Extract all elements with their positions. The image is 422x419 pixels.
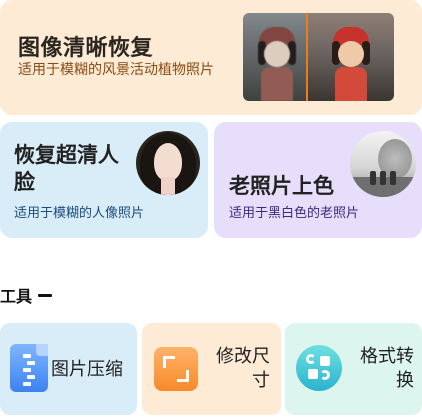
restore-clarity-subtitle: 适用于模糊的风景活动植物照片	[18, 62, 214, 78]
compare-divider[interactable]	[306, 13, 308, 101]
colorize-photo-title: 老照片上色	[229, 174, 334, 198]
restore-face-subtitle: 适用于模糊的人像照片	[14, 206, 145, 221]
restore-face-card[interactable]: 恢复超清人脸 适用于模糊的人像照片	[0, 122, 208, 238]
colorize-photo-subtitle: 适用于黑白色的老照片	[229, 206, 360, 221]
child-figure-sharp	[331, 27, 371, 101]
tools-section-title: 工具	[0, 287, 33, 306]
portrait-thumbnail	[136, 131, 200, 195]
before-after-photo	[243, 13, 394, 101]
format-convert-label: 格式转换	[360, 346, 414, 391]
compress-image-label: 图片压缩	[51, 359, 123, 380]
tools-section-header: 工具	[0, 285, 53, 306]
old-photo-thumbnail	[350, 131, 416, 197]
zip-file-icon	[10, 344, 48, 392]
format-convert-icon	[296, 345, 342, 391]
restore-face-title: 恢复超清人脸	[14, 143, 119, 194]
resize-icon	[154, 347, 198, 391]
restore-clarity-card[interactable]: 图像清晰恢复 适用于模糊的风景活动植物照片	[0, 0, 422, 115]
section-dash-icon	[38, 293, 53, 297]
child-figure-blurred	[257, 27, 297, 101]
restore-clarity-title: 图像清晰恢复	[18, 36, 154, 61]
colorize-photo-card[interactable]: 老照片上色 适用于黑白色的老照片	[214, 122, 422, 238]
resize-image-label: 修改尺寸	[216, 346, 270, 391]
